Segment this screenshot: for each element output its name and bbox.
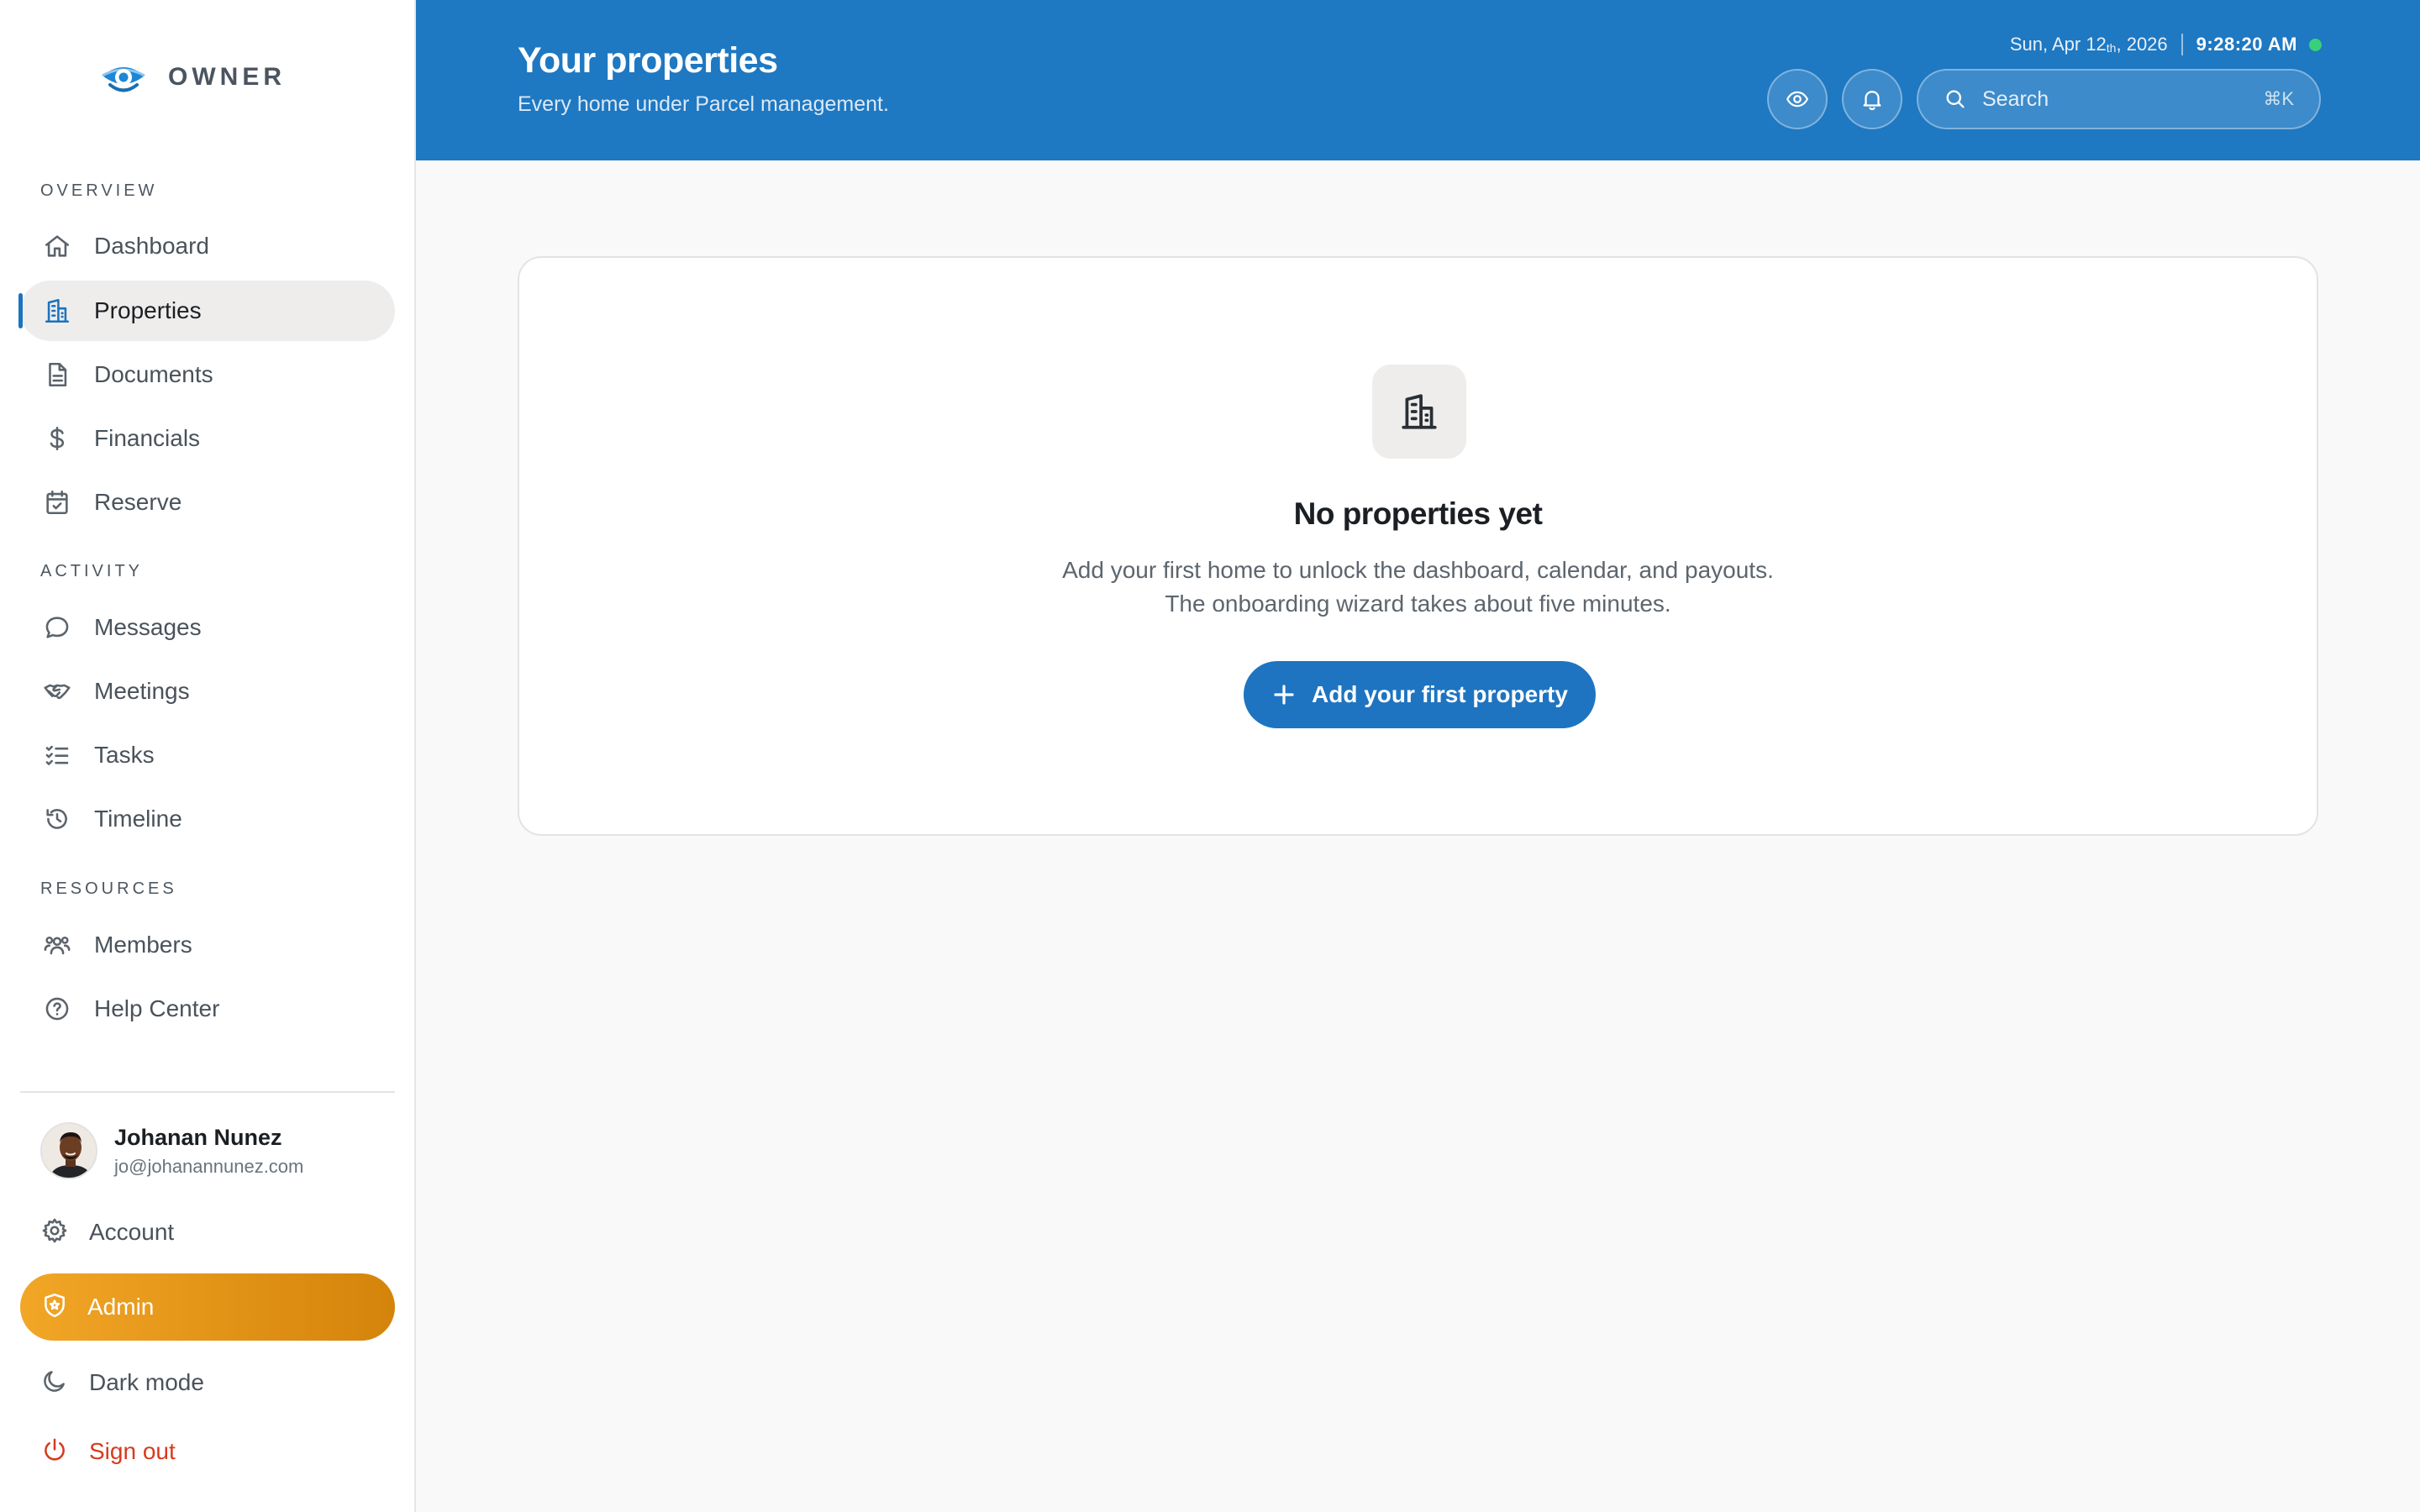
sidebar-item-financials[interactable]: Financials [20,408,395,469]
sign-out-button[interactable]: Sign out [20,1421,395,1482]
sidebar-divider [20,1091,395,1093]
notifications-button[interactable] [1842,69,1902,129]
sidebar-item-tasks[interactable]: Tasks [20,725,395,785]
sidebar-item-members[interactable]: Members [20,915,395,975]
active-indicator [18,293,23,328]
account-button[interactable]: Account [20,1202,395,1263]
search-input[interactable] [1982,87,2264,112]
user-name: Johanan Nunez [114,1124,282,1150]
calendar-check-icon [42,487,72,517]
eye-logo-icon [102,67,145,92]
sidebar-item-dashboard[interactable]: Dashboard [20,216,395,276]
home-icon [42,231,72,261]
sidebar-item-label: Meetings [94,678,190,704]
account-label: Account [89,1219,175,1245]
page-header: Your properties Every home under Parcel … [416,0,2420,160]
add-property-button[interactable]: Add your first property [1244,661,1596,728]
empty-state-card: No properties yet Add your first home to… [518,256,2318,836]
sidebar-item-label: Financials [94,425,201,451]
sidebar: OWNER OVERVIEW Dashboard Properties Docu… [0,0,416,1512]
avatar [40,1122,97,1179]
preview-button[interactable] [1767,69,1828,129]
user-email: jo@johanannunez.com [114,1155,304,1177]
current-time: 9:28:20 AM [2196,34,2297,55]
bell-icon [1863,91,1881,111]
current-date: Sun, Apr 12th, 2026 [2009,34,2168,55]
history-icon [42,804,72,834]
help-circle-icon [42,994,72,1024]
dark-mode-toggle[interactable]: Dark mode [20,1352,395,1413]
date-time-separator [2181,34,2183,55]
sidebar-item-meetings[interactable]: Meetings [20,661,395,722]
sidebar-item-reserve[interactable]: Reserve [20,472,395,533]
sidebar-item-messages[interactable]: Messages [20,597,395,658]
sidebar-item-label: Messages [94,614,202,640]
moon-icon [40,1367,69,1399]
page-subtitle: Every home under Parcel management. [518,92,889,116]
eye-icon [1786,91,1808,108]
sidebar-item-label: Properties [94,297,202,323]
section-title-activity: ACTIVITY [40,562,144,580]
gear-icon [40,1216,69,1249]
online-status-dot [2309,38,2322,51]
power-icon [40,1436,69,1468]
sidebar-item-properties[interactable]: Properties [18,281,395,341]
sidebar-item-label: Dashboard [94,233,209,259]
chat-bubble-icon [42,612,72,643]
sign-out-label: Sign out [89,1438,176,1464]
sidebar-item-documents[interactable]: Documents [20,344,395,405]
search-icon [1946,90,1965,108]
sidebar-item-label: Members [94,932,192,958]
brand[interactable]: OWNER [99,57,286,97]
sidebar-item-label: Tasks [94,742,155,768]
search-shortcut: ⌘K [2263,88,2294,109]
dark-mode-label: Dark mode [89,1369,204,1395]
building-icon [1372,365,1466,459]
date-time-readout: Sun, Apr 12th, 2026 9:28:20 AM [2010,32,2322,57]
user-profile[interactable]: Johanan Nunez jo@johanannunez.com [40,1122,303,1179]
admin-button[interactable]: Admin [20,1273,395,1341]
search-bar[interactable]: ⌘K [1917,69,2321,129]
sidebar-item-label: Help Center [94,995,220,1021]
page-title: Your properties [518,40,778,81]
plus-icon [1274,685,1294,705]
section-title-resources: RESOURCES [40,879,177,898]
people-icon [42,930,72,960]
section-title-overview: OVERVIEW [40,181,158,200]
sidebar-item-label: Timeline [94,806,182,832]
admin-label: Admin [87,1294,155,1320]
building-icon [42,296,72,326]
handshake-icon [42,676,72,706]
sidebar-item-label: Reserve [94,489,182,515]
checklist-icon [42,740,72,770]
document-icon [42,360,72,390]
empty-state-description: Add your first home to unlock the dashbo… [1062,557,1774,583]
sidebar-item-timeline[interactable]: Timeline [20,789,395,849]
empty-state-title: No properties yet [1293,496,1543,531]
empty-state-description-secondary: The onboarding wizard takes about five m… [1165,591,1671,617]
dollar-icon [42,423,72,454]
shield-star-icon [40,1291,69,1324]
sidebar-item-label: Documents [94,361,213,387]
brand-name: OWNER [168,63,286,91]
add-property-label: Add your first property [1312,681,1568,707]
sidebar-item-help-center[interactable]: Help Center [20,979,395,1039]
